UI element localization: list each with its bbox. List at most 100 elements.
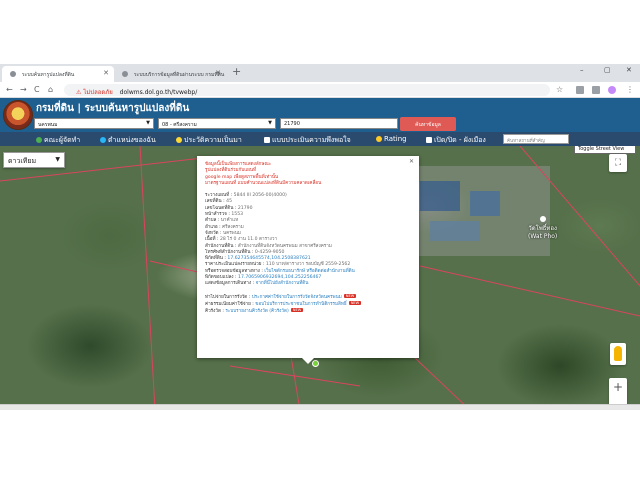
back-button[interactable]: ← [6, 85, 13, 94]
menu-label: คณะผู้จัดทำ [44, 136, 81, 144]
pegman-figure [614, 346, 622, 361]
tab-title: ระบบค้นหารูปแปลงที่ดิน [22, 72, 75, 78]
home-button[interactable]: ⌂ [48, 85, 53, 94]
menu-item-rating[interactable]: Rating [376, 135, 407, 143]
new-tab-button[interactable]: + [232, 65, 241, 78]
browser-tab[interactable]: ระบบบริการข้อมูลที่ดินผ่านระบบ กรมที่ดิน… [114, 66, 226, 82]
close-icon[interactable]: ✕ [409, 158, 414, 165]
extension-icon[interactable] [592, 86, 600, 94]
close-window-button[interactable]: ✕ [626, 66, 632, 74]
info-extra-link[interactable]: ประกาศค่าใช้จ่ายในการรังวัดจังหวัดนครพนม [252, 294, 342, 299]
map-place-label[interactable]: วัดโพธิ์ทอง (Wat Pho) [528, 216, 557, 240]
roof-shape [420, 181, 460, 211]
info-field-value: 1553 [231, 212, 244, 218]
info-extra-label: ค่าธรรมเนียมค่าใช้จ่าย : [205, 301, 256, 307]
info-extra-row: ท่าไปจ่ายในการรังวัด : ประกาศค่าใช้จ่ายใ… [205, 293, 413, 301]
search-button[interactable]: ค้นหาข้อมูล [400, 117, 456, 131]
reload-button[interactable]: C [34, 85, 40, 94]
warning-icon: ⚠ [76, 89, 82, 96]
info-field-label: โทรศัพท์สำนักงานที่ดิน : [205, 249, 255, 255]
place-name-sub: (Wat Pho) [528, 233, 558, 240]
parcel-info-window: ✕ ข้อมูลนี้เป็นเพียงการแสดงลักษณะ รูปแปล… [197, 156, 419, 364]
extra-links: ท่าไปจ่ายในการรังวัด : ประกาศค่าใช้จ่ายใ… [205, 293, 413, 315]
info-field-label: พิกัดขอบแปลง : [205, 275, 239, 281]
zoom-in-button[interactable]: + [609, 378, 627, 396]
menu-label: ตำแหน่งของฉัน [108, 136, 156, 144]
streetview-tooltip: Toggle Street View [574, 146, 636, 154]
menu-label: แบบประเมินความพึงพอใจ [272, 136, 351, 144]
menu-item-history[interactable]: ประวัติความเป็นมา [176, 135, 242, 146]
team-icon [36, 137, 42, 143]
info-field-link[interactable]: 17.627354645574,104.2508387621 [227, 256, 310, 261]
forward-button[interactable]: → [20, 85, 27, 94]
roof-shape [430, 221, 480, 241]
page-below-map [0, 410, 640, 480]
info-field-label: เนื้อที่ : [205, 237, 220, 243]
minimize-button[interactable]: – [580, 66, 584, 74]
info-extra-link[interactable]: ระบบรายงานคิวรังวัด (คิวรังวัด) [225, 308, 288, 313]
info-field-label: จังหวัด : [205, 230, 223, 236]
maximize-button[interactable]: ▢ [604, 66, 611, 74]
address-bar[interactable]: ⚠ ไม่ปลอดภัย dolwms.dol.go.th/tvwebp/ [64, 84, 550, 96]
favicon-icon [10, 71, 16, 77]
info-field-value: สำนักงานที่ดินจังหวัดนครพนม สาขาศรีสงครา… [237, 243, 332, 249]
info-extra-row: ค่าธรรมเนียมค่าใช้จ่าย : ขอบไปบริการประช… [205, 300, 413, 308]
district-select[interactable]: 08 - ศรีสงคราม ▼ [158, 118, 276, 129]
info-field-value: 21790 [237, 205, 253, 211]
info-field-link[interactable]: 17.7065906932694,104.252256467 [238, 275, 321, 280]
info-field-value: 110 บาท/ตารางวา รอบบัญชี 2559-2562 [265, 262, 351, 268]
star-icon[interactable]: ☆ [556, 85, 563, 94]
menu-label: Rating [384, 135, 407, 143]
close-tab-icon[interactable]: ✕ [103, 69, 109, 77]
parcel-boundary [139, 146, 156, 410]
favicon-icon [122, 71, 128, 77]
new-badge: NEW [343, 293, 357, 299]
place-search-input[interactable]: ค้นหาสถานที่สำคัญ [503, 134, 569, 144]
info-field-label: สำนักงานที่ดิน : [205, 243, 238, 249]
pegman-icon[interactable] [610, 343, 626, 365]
rating-icon [376, 136, 382, 142]
chevron-down-icon: ▼ [146, 120, 150, 126]
menu-item-survey[interactable]: แบบประเมินความพึงพอใจ [264, 135, 351, 146]
fullscreen-icon[interactable]: ⛶ [609, 154, 627, 172]
info-field-label: อำเภอ : [205, 224, 223, 230]
history-icon [176, 137, 182, 143]
menu-item-team[interactable]: คณะผู้จัดทำ [36, 135, 80, 146]
menu-label: ประวัติความเป็นมา [184, 136, 242, 144]
menu-label: เปิด/ปิด - ผังเมือง [434, 136, 486, 144]
map-type-button[interactable]: ดาวเทียม ▼ [3, 152, 65, 168]
tab-title: ระบบบริการข้อมูลที่ดินผ่านระบบ กรมที่ดิน [134, 72, 225, 78]
info-field-link[interactable]: เว็บไซต์กรมธนารักษ์ หรือติดต่อสำนักงานที… [264, 269, 354, 274]
menu-item-city-plan[interactable]: เปิด/ปิด - ผังเมือง [426, 135, 486, 146]
extension-icon[interactable] [576, 86, 584, 94]
info-field-label: พิกัดที่ดิน : [205, 256, 228, 262]
chevron-down-icon: ▼ [55, 156, 60, 163]
insecure-label: ไม่ปลอดภัย [83, 89, 113, 96]
info-field-label: ตำบล : [205, 218, 221, 224]
info-field-value: 45 [226, 199, 233, 205]
tab-strip: ระบบค้นหารูปแปลงที่ดิน ✕ ระบบบริการข้อมู… [0, 64, 640, 82]
menu-item-my-location[interactable]: ตำแหน่งของฉัน [100, 135, 156, 146]
browser-tab-active[interactable]: ระบบค้นหารูปแปลงที่ดิน ✕ [2, 66, 114, 82]
province-select[interactable]: นครพนม ▼ [34, 118, 154, 129]
menu-dots-icon[interactable]: ⋮ [626, 85, 634, 94]
new-badge: NEW [290, 307, 304, 313]
info-extra-link[interactable]: ขอบไปบริการประชาชนในการทำนิติกรรมสิทธิ์ [255, 301, 346, 306]
info-extra-label: คิวรังวัด : [205, 308, 226, 314]
map-type-label: ดาวเทียม [8, 157, 37, 165]
parcel-number-input[interactable]: 21790 [280, 118, 398, 129]
info-field-label: เลขโฉนดที่ดิน : [205, 205, 238, 211]
info-field-link[interactable]: จากที่นี่ไปยังสำนักงานที่ดิน [256, 281, 309, 286]
info-field-label: หรือตรวจสอบข้อมูลทางหาง : [205, 268, 265, 274]
info-field-value: 0-4259-9050 [254, 249, 285, 255]
info-field-value: นครพนม [223, 230, 241, 236]
map-canvas[interactable]: ดาวเทียม ▼ Toggle Street View ⛶ วัดโพธิ์… [0, 146, 640, 410]
place-name: วัดโพธิ์ทอง [528, 225, 557, 232]
url-text: dolwms.dol.go.th/tvwebp/ [119, 89, 198, 96]
profile-avatar[interactable] [608, 86, 616, 94]
close-tab-icon[interactable]: ✕ [215, 69, 221, 77]
screen: ระบบค้นหารูปแปลงที่ดิน ✕ ระบบบริการข้อมู… [0, 0, 640, 480]
menu-bar: คณะผู้จัดทำ ตำแหน่งของฉัน ประวัติความเป็… [0, 132, 640, 146]
location-icon [100, 137, 106, 143]
place-pin-icon [539, 216, 546, 222]
